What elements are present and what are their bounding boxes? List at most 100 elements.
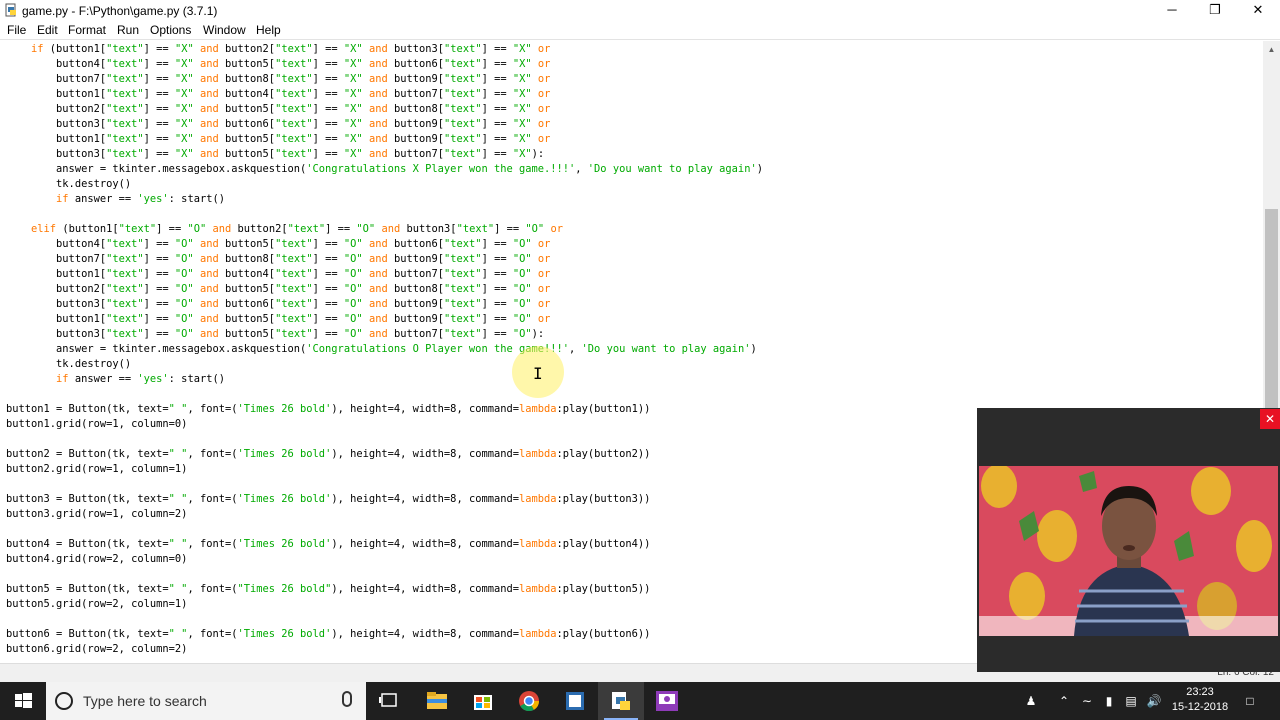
code-text: ), height=4, width=8, command= (331, 628, 519, 640)
wifi-icon[interactable]: ∼ (1077, 682, 1097, 720)
code-string: "X" (512, 58, 532, 70)
code-line[interactable]: button1 = Button(tk, text=" ", font=('Ti… (6, 402, 650, 417)
code-keyword: and (368, 283, 388, 295)
cortana-icon (55, 692, 73, 710)
code-line[interactable]: button1["text"] == "O" and button4["text… (6, 267, 550, 282)
code-text: :play(button3)) (556, 493, 651, 505)
code-text: : start() (168, 193, 225, 205)
notifications-icon[interactable]: □ (1238, 682, 1262, 720)
code-keyword: and (368, 253, 388, 265)
code-text: : start() (168, 373, 225, 385)
code-text: button5[ (218, 283, 276, 295)
code-string: "X" (512, 103, 532, 115)
code-text: button7[ (387, 328, 445, 340)
code-line[interactable]: button7["text"] == "O" and button8["text… (6, 252, 550, 267)
code-line[interactable]: button6.grid(row=2, column=2) (6, 642, 187, 657)
code-line[interactable]: button1.grid(row=1, column=0) (6, 417, 187, 432)
chrome-icon[interactable] (506, 682, 552, 720)
code-string: "O" (174, 253, 194, 265)
tray-chevron-icon[interactable]: ⌃ (1055, 682, 1073, 720)
code-line[interactable]: button3.grid(row=1, column=2) (6, 507, 187, 522)
code-line[interactable]: button4.grid(row=2, column=0) (6, 552, 187, 567)
people-icon[interactable]: ♟ (1020, 682, 1042, 720)
code-string: "X" (343, 148, 363, 160)
code-text: ] == (312, 43, 344, 55)
code-line[interactable]: button1["text"] == "X" and button5["text… (6, 132, 550, 147)
microphone-icon[interactable] (342, 691, 352, 707)
code-line[interactable]: button3["text"] == "X" and button6["text… (6, 117, 550, 132)
code-line[interactable]: button5 = Button(tk, text=" ", font=("Ti… (6, 582, 650, 597)
close-button[interactable]: ✕ (1236, 0, 1280, 21)
code-text: button8[ (218, 253, 276, 265)
code-line[interactable]: button3 = Button(tk, text=" ", font=('Ti… (6, 492, 650, 507)
scroll-up-icon[interactable]: ▲ (1263, 41, 1280, 58)
menu-edit[interactable]: Edit (37, 23, 58, 37)
file-explorer-icon[interactable] (414, 682, 460, 720)
code-text: button3[ (6, 148, 107, 160)
webcam-close-icon[interactable]: ✕ (1260, 409, 1280, 429)
code-line[interactable]: button3["text"] == "O" and button5["text… (6, 327, 544, 342)
screen-recorder-icon[interactable] (644, 682, 690, 720)
menu-help[interactable]: Help (256, 23, 281, 37)
volume-icon[interactable]: 🔊 (1143, 682, 1165, 720)
network-icon[interactable]: ▤ (1121, 682, 1141, 720)
code-string: "O" (174, 298, 194, 310)
code-keyword: elif (31, 223, 57, 235)
maximize-button[interactable]: ❐ (1193, 0, 1237, 21)
code-line[interactable]: elif (button1["text"] == "O" and button2… (6, 222, 563, 237)
code-line[interactable]: button3["text"] == "X" and button5["text… (6, 147, 544, 162)
code-line[interactable]: button4["text"] == "O" and button5["text… (6, 237, 550, 252)
code-line[interactable]: if (button1["text"] == "X" and button2["… (6, 42, 550, 57)
menu-window[interactable]: Window (203, 23, 246, 37)
code-keyword: or (537, 298, 551, 310)
python-idle-icon[interactable] (598, 682, 644, 720)
code-line[interactable]: if answer == 'yes': start() (6, 372, 225, 387)
code-line[interactable]: button2["text"] == "O" and button5["text… (6, 282, 550, 297)
code-text: ] == (481, 328, 513, 340)
menu-format[interactable]: Format (68, 23, 106, 37)
code-line[interactable]: button2.grid(row=1, column=1) (6, 462, 187, 477)
menu-options[interactable]: Options (150, 23, 191, 37)
minimize-button[interactable]: ─ (1150, 0, 1194, 21)
code-text: button5[ (218, 328, 276, 340)
start-button[interactable] (0, 682, 46, 720)
code-line[interactable]: button4 = Button(tk, text=" ", font=('Ti… (6, 537, 650, 552)
menu-run[interactable]: Run (117, 23, 139, 37)
code-line[interactable]: button2 = Button(tk, text=" ", font=('Ti… (6, 447, 650, 462)
code-line[interactable]: button3["text"] == "O" and button6["text… (6, 297, 550, 312)
code-line[interactable]: button7["text"] == "X" and button8["text… (6, 72, 550, 87)
code-keyword: or (537, 238, 551, 250)
code-line[interactable]: answer = tkinter.messagebox.askquestion(… (6, 162, 763, 177)
code-keyword: or (537, 118, 551, 130)
code-text: :play(button2)) (556, 448, 651, 460)
taskbar-clock[interactable]: 23:23 15-12-2018 (1170, 685, 1230, 715)
code-keyword: and (199, 118, 219, 130)
battery-icon[interactable]: ▮ (1099, 682, 1119, 720)
code-line[interactable]: button1["text"] == "O" and button5["text… (6, 312, 550, 327)
code-string: "O" (174, 238, 194, 250)
code-line[interactable]: answer = tkinter.messagebox.askquestion(… (6, 342, 757, 357)
code-text: button2[ (6, 103, 107, 115)
menu-file[interactable]: File (7, 23, 26, 37)
code-line[interactable]: tk.destroy() (6, 357, 131, 372)
webcam-overlay[interactable]: ✕ (977, 408, 1280, 672)
code-line[interactable]: tk.destroy() (6, 177, 131, 192)
store-icon[interactable] (460, 682, 506, 720)
code-line[interactable]: button2["text"] == "X" and button5["text… (6, 102, 550, 117)
code-text: ] == (494, 223, 526, 235)
code-line[interactable]: button5.grid(row=2, column=1) (6, 597, 187, 612)
code-line[interactable]: if answer == 'yes': start() (6, 192, 225, 207)
task-view-icon[interactable] (366, 682, 412, 720)
app-window-icon[interactable] (552, 682, 598, 720)
code-string: "text" (275, 298, 313, 310)
code-line[interactable]: button6 = Button(tk, text=" ", font=('Ti… (6, 627, 650, 642)
taskbar-search[interactable]: Type here to search (46, 682, 366, 720)
code-string: "text" (444, 313, 482, 325)
code-text: ] == (143, 103, 175, 115)
code-text: ] == (325, 223, 357, 235)
code-line[interactable]: button4["text"] == "X" and button5["text… (6, 57, 550, 72)
code-text: button6[ (218, 118, 276, 130)
code-line[interactable]: button1["text"] == "X" and button4["text… (6, 87, 550, 102)
code-text: :play(button4)) (556, 538, 651, 550)
code-text: ] == (312, 58, 344, 70)
